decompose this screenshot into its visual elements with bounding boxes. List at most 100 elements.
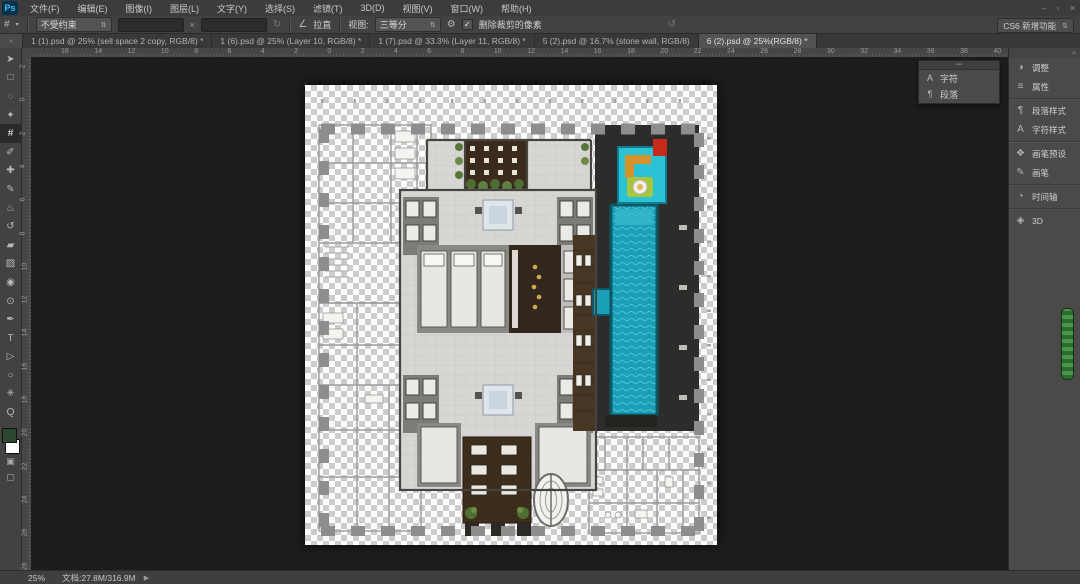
panel-drag-grip[interactable]: ▪▪▪: [919, 61, 999, 70]
crop-tool[interactable]: #: [0, 124, 22, 143]
hand-tool[interactable]: ✳: [0, 385, 22, 404]
menu-item-3[interactable]: 图层(L): [161, 0, 208, 16]
chevron-updown-icon: ⇅: [101, 21, 107, 29]
workspace-name: CS6 新增功能: [1003, 20, 1056, 32]
zoom-tool[interactable]: Q: [0, 403, 22, 422]
gear-icon[interactable]: ⚙: [447, 19, 456, 30]
status-flyout-icon[interactable]: ▶: [144, 574, 149, 582]
lasso-tool[interactable]: ◌: [0, 87, 22, 106]
clone-stamp-tool[interactable]: ♨: [0, 199, 22, 218]
document-size-info: 文档:27.8M/316.9M: [62, 572, 136, 584]
rotate-crop-icon[interactable]: ↻: [273, 19, 281, 30]
maximize-button[interactable]: ▫: [1056, 4, 1059, 13]
spot-healing-brush-tool[interactable]: ✚: [0, 162, 22, 181]
eraser-tool-icon: ▰: [7, 240, 15, 251]
history-brush-tool[interactable]: ↺: [0, 217, 22, 236]
quick-mask-button[interactable]: ▣: [0, 454, 22, 470]
tools-panel-collapse-icon[interactable]: »: [0, 34, 23, 48]
character-styles-panel-button[interactable]: A字符样式: [1009, 120, 1080, 139]
properties-panel-button[interactable]: ≡属性: [1009, 77, 1080, 96]
menu-item-9[interactable]: 窗口(W): [442, 0, 493, 16]
foreground-color-swatch[interactable]: [2, 428, 17, 443]
dock-collapse-icon[interactable]: «: [1009, 48, 1080, 58]
document-tab-4[interactable]: 6 (2).psd @ 25%(RGB/8) *: [699, 34, 817, 48]
character-label: 字符: [940, 72, 958, 85]
properties-panel-icon: ≡: [1014, 81, 1027, 92]
menu-item-6[interactable]: 滤镜(T): [304, 0, 352, 16]
brush-presets-panel-button[interactable]: ❖画笔预设: [1009, 144, 1080, 163]
brush-tool[interactable]: ✎: [0, 180, 22, 199]
adjustments-panel-label: 调整: [1032, 62, 1049, 74]
tools-panel: ➤ □ ◌ ✦# ✐ ✚ ✎♨↺ ▰ ▨◉⊙✒ T ▷○✳ Q ▣ ▢: [0, 48, 22, 570]
document-tab-2[interactable]: 1 (7).psd @ 33.3% (Layer 11, RGB/8) *: [370, 34, 534, 48]
reset-icon[interactable]: ↺: [668, 19, 676, 30]
top-ruler-label: 14: [94, 48, 102, 55]
menu-item-7[interactable]: 3D(D): [352, 0, 394, 16]
menu-item-4[interactable]: 文字(Y): [208, 0, 256, 16]
spot-healing-brush-tool-icon: ✚: [6, 165, 14, 176]
tool-preset-caret-icon[interactable]: ▾: [16, 21, 19, 28]
brush-panel-button[interactable]: ✎画笔: [1009, 163, 1080, 182]
document-tab-3[interactable]: 5 (2).psd @ 16.7% (stone wall, RGB/8): [535, 34, 699, 48]
character-panel-tab[interactable]: A字符: [919, 70, 999, 86]
blur-tool[interactable]: ◉: [0, 273, 22, 292]
gradient-tool[interactable]: ▨: [0, 255, 22, 274]
menu-item-8[interactable]: 视图(V): [394, 0, 442, 16]
crop-tool-icon[interactable]: #: [4, 19, 10, 30]
threed-panel-button[interactable]: ◈3D: [1009, 211, 1080, 230]
move-tool[interactable]: ➤: [0, 50, 22, 69]
menu-item-10[interactable]: 帮助(H): [492, 0, 541, 16]
pen-tool[interactable]: ✒: [0, 310, 22, 329]
menu-item-5[interactable]: 选择(S): [256, 0, 304, 16]
eyedropper-tool-icon: ✐: [6, 147, 14, 158]
eraser-tool[interactable]: ▰: [0, 236, 22, 255]
top-ruler-label: 6: [228, 48, 232, 55]
menu-item-1[interactable]: 编辑(E): [69, 0, 117, 16]
zoom-level-field[interactable]: 25%: [28, 573, 54, 583]
crop-ratio-select[interactable]: 不受约束 ⇅: [36, 17, 112, 32]
eyedropper-tool[interactable]: ✐: [0, 143, 22, 162]
lasso-tool-icon: ◌: [8, 91, 14, 102]
document-canvas[interactable]: [305, 85, 717, 545]
left-ruler-label: 4: [19, 164, 26, 168]
workspace-switcher[interactable]: CS6 新增功能 ⇅: [997, 18, 1074, 33]
crop-width-field[interactable]: [118, 18, 184, 32]
timeline-panel-icon: ◔: [1014, 191, 1027, 202]
top-ruler-label: 2: [361, 48, 365, 55]
quick-selection-tool[interactable]: ✦: [0, 106, 22, 125]
type-tool[interactable]: T: [0, 329, 22, 348]
left-ruler-label: 0: [19, 98, 26, 102]
path-selection-tool[interactable]: ▷: [0, 348, 22, 367]
crop-height-field[interactable]: [201, 18, 267, 32]
top-ruler-label: 30: [827, 48, 835, 55]
green-indicator-widget[interactable]: [1061, 308, 1074, 380]
minimize-button[interactable]: –: [1042, 4, 1046, 13]
timeline-panel-button[interactable]: ◔时间轴: [1009, 187, 1080, 206]
menu-item-2[interactable]: 图像(I): [117, 0, 162, 16]
document-tab-0[interactable]: 1 (1).psd @ 25% (sell space 2 copy, RGB/…: [23, 34, 212, 48]
top-ruler-label: 32: [860, 48, 868, 55]
zoom-tool-icon: Q: [7, 407, 15, 418]
document-tab-1[interactable]: 1 (6).psd @ 25% (Layer 10, RGB/8) *: [212, 34, 370, 48]
close-button[interactable]: ✕: [1069, 4, 1076, 13]
rectangular-marquee-tool-icon: □: [7, 72, 13, 83]
left-ruler-label: 10: [21, 262, 28, 270]
paragraph-panel-tab[interactable]: ¶段落: [919, 86, 999, 102]
menu-item-0[interactable]: 文件(F): [21, 0, 69, 16]
chevron-updown-icon: ⇅: [1062, 22, 1068, 30]
overlay-select[interactable]: 三等分 ⇅: [375, 17, 441, 32]
dodge-tool[interactable]: ⊙: [0, 292, 22, 311]
shape-tool[interactable]: ○: [0, 366, 22, 385]
top-ruler-label: 14: [561, 48, 569, 55]
type-tool-icon: T: [7, 333, 13, 344]
threed-panel-icon: ◈: [1014, 215, 1027, 226]
adjustments-panel-button[interactable]: ◑ 调整: [1009, 58, 1080, 77]
delete-cropped-checkbox[interactable]: ✓: [462, 19, 473, 30]
paragraph-styles-panel-icon: ¶: [1014, 105, 1027, 116]
straighten-icon[interactable]: ∠: [298, 19, 307, 30]
screen-mode-button[interactable]: ▢: [0, 470, 22, 486]
rectangular-marquee-tool[interactable]: □: [0, 69, 22, 88]
straighten-button[interactable]: 拉直: [313, 18, 331, 31]
adjustments-panel-icon: ◑: [1014, 62, 1027, 73]
paragraph-styles-panel-button[interactable]: ¶段落样式: [1009, 101, 1080, 120]
